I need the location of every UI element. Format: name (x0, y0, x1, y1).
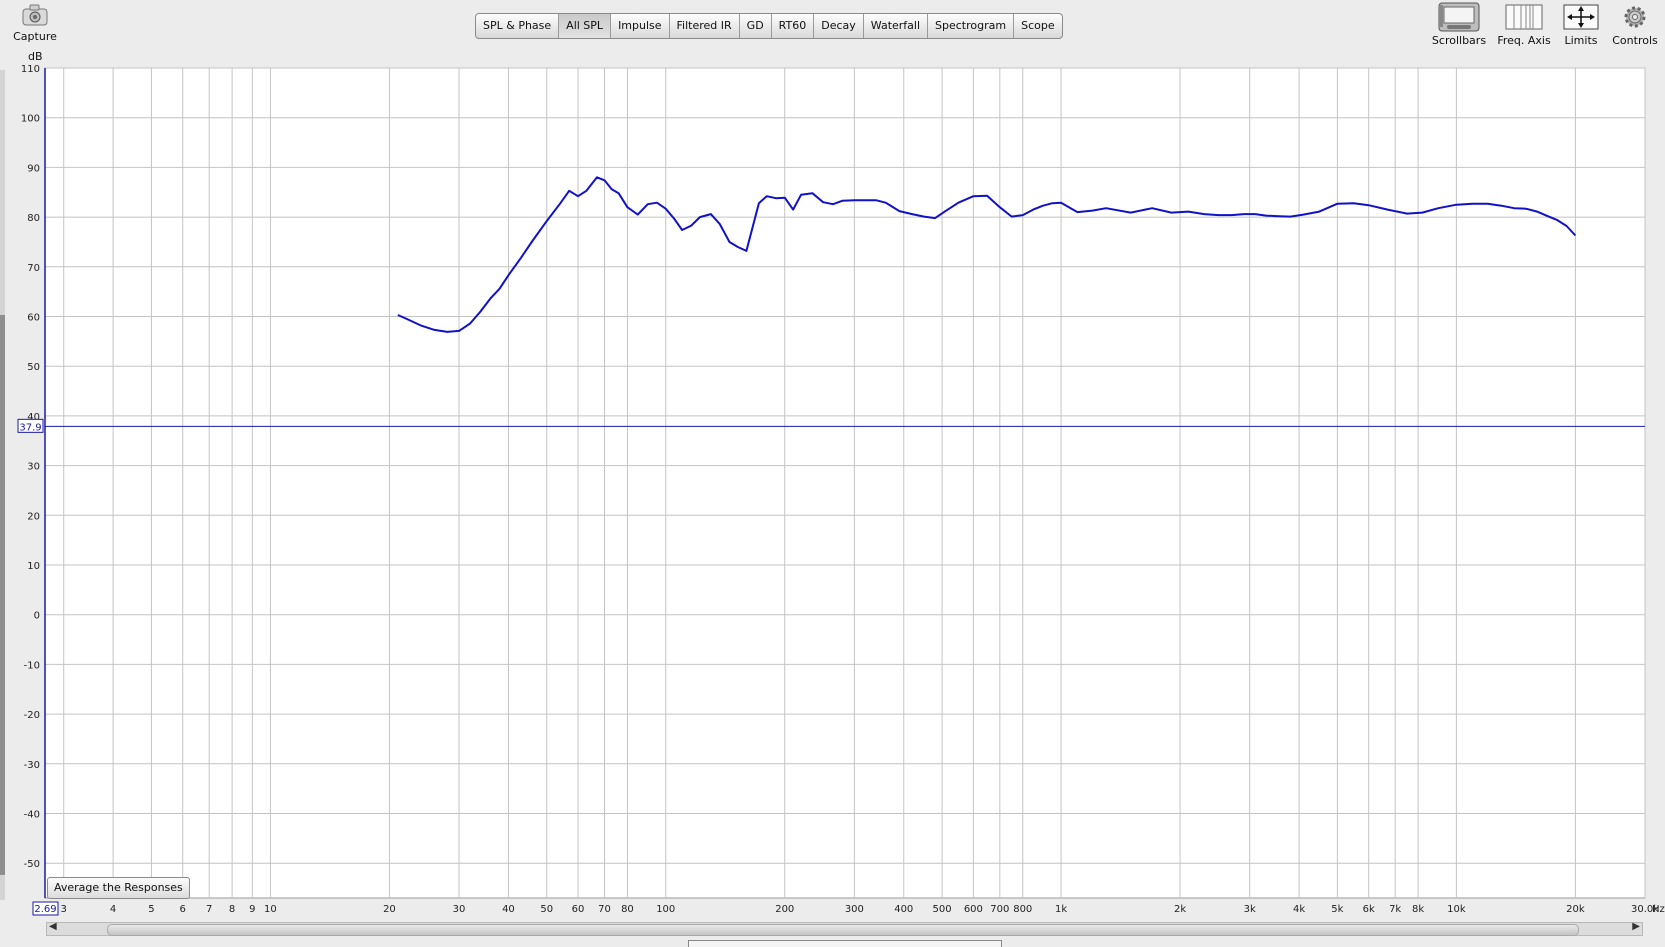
cursor-value-label: 37.9 (19, 422, 41, 433)
y-tick-label: 90 (27, 163, 40, 174)
tab-rt60[interactable]: RT60 (772, 14, 815, 38)
y-tick-label: 110 (21, 64, 40, 75)
y-tick-label: -20 (24, 710, 40, 721)
x-tick-label: 800 (1013, 904, 1032, 915)
x-tick-label: 100 (656, 904, 675, 915)
tab-all-spl[interactable]: All SPL (559, 14, 612, 38)
y-tick-label: 0 (34, 611, 40, 622)
x-tick-label: 600 (964, 904, 983, 915)
x-tick-label: 4k (1293, 904, 1305, 915)
x-tick-label: 50 (540, 904, 553, 915)
x-tick-label: 7k (1389, 904, 1401, 915)
freq-axis-icon (1505, 4, 1543, 30)
x-tick-label: 5k (1331, 904, 1343, 915)
x-tick-label: 20 (383, 904, 396, 915)
average-responses-button[interactable]: Average the Responses (47, 877, 190, 899)
tab-filtered-ir[interactable]: Filtered IR (670, 14, 740, 38)
controls-label: Controls (1612, 34, 1658, 47)
controls-button[interactable]: Controls (1600, 2, 1665, 47)
horizontal-scrollbar[interactable]: ◀ ▶ (46, 921, 1643, 936)
x-tick-label: 8 (229, 904, 235, 915)
toolbar: Capture SPL & Phase All SPL Impulse Filtere… (0, 0, 1665, 62)
y-tick-label: -50 (24, 859, 40, 870)
x-unit-label: Hz (1652, 904, 1665, 915)
plot-area (44, 67, 1646, 899)
camera-icon (22, 4, 48, 26)
x-tick-label: 9 (249, 904, 255, 915)
scroll-right-arrow-icon[interactable]: ▶ (1632, 921, 1640, 932)
y-tick-label: -30 (24, 760, 40, 771)
limits-icon (1563, 4, 1599, 30)
scroll-left-arrow-icon[interactable]: ◀ (49, 921, 57, 932)
y-tick-label: 50 (27, 362, 40, 373)
capture-button[interactable]: Capture (0, 2, 70, 43)
tab-spl-phase[interactable]: SPL & Phase (476, 14, 560, 38)
x-tick-label: 60 (572, 904, 585, 915)
tab-decay[interactable]: Decay (814, 14, 864, 38)
x-tick-label: 8k (1412, 904, 1424, 915)
y-tick-label: 10 (27, 561, 40, 572)
y-tick-label: 30 (27, 462, 40, 473)
x-tick-label: 500 (933, 904, 952, 915)
x-start-label: 2.69 (34, 904, 56, 915)
x-tick-label: 20k (1566, 904, 1585, 915)
tab-gd[interactable]: GD (740, 14, 772, 38)
x-tick-label: 10 (264, 904, 277, 915)
x-tick-label: 300 (845, 904, 864, 915)
x-tick-label: 6 (180, 904, 186, 915)
capture-label: Capture (13, 30, 57, 43)
spl-chart[interactable]: 1101009080706050403020100-10-20-30-40-50… (0, 60, 1665, 920)
y-tick-label: 100 (21, 114, 40, 125)
x-tick-label: 700 (990, 904, 1009, 915)
x-tick-label: 30 (453, 904, 466, 915)
x-tick-label: 70 (598, 904, 611, 915)
x-tick-label: 200 (775, 904, 794, 915)
y-tick-label: 80 (27, 213, 40, 224)
x-tick-label: 2k (1174, 904, 1186, 915)
y-tick-label: 60 (27, 313, 40, 324)
view-tabs: SPL & Phase All SPL Impulse Filtered IR GD RT… (475, 13, 1063, 39)
y-tick-label: 70 (27, 263, 40, 274)
x-tick-label: 3k (1244, 904, 1256, 915)
x-tick-label: 5 (148, 904, 154, 915)
horizontal-scroll-thumb[interactable] (107, 924, 1579, 936)
x-tick-label: 7 (206, 904, 212, 915)
tab-impulse[interactable]: Impulse (611, 14, 670, 38)
x-tick-label: 80 (621, 904, 634, 915)
scrollbars-button[interactable]: Scrollbars (1424, 2, 1494, 47)
x-tick-label: 40 (502, 904, 515, 915)
gear-icon (1624, 6, 1646, 28)
x-tick-label: 1k (1055, 904, 1067, 915)
x-tick-label: 400 (894, 904, 913, 915)
x-tick-label: 4 (110, 904, 116, 915)
y-tick-label: -10 (24, 660, 40, 671)
y-tick-label: 20 (27, 511, 40, 522)
tab-waterfall[interactable]: Waterfall (864, 14, 929, 38)
scrollbars-label: Scrollbars (1431, 34, 1487, 47)
x-tick-label: 6k (1363, 904, 1375, 915)
y-tick-label: -40 (24, 810, 40, 821)
x-tick-label: 10k (1447, 904, 1466, 915)
scrollbars-icon (1438, 2, 1480, 32)
tab-spectrogram[interactable]: Spectrogram (928, 14, 1015, 38)
x-tick-label: 3 (61, 904, 67, 915)
tab-scope[interactable]: Scope (1014, 14, 1062, 38)
